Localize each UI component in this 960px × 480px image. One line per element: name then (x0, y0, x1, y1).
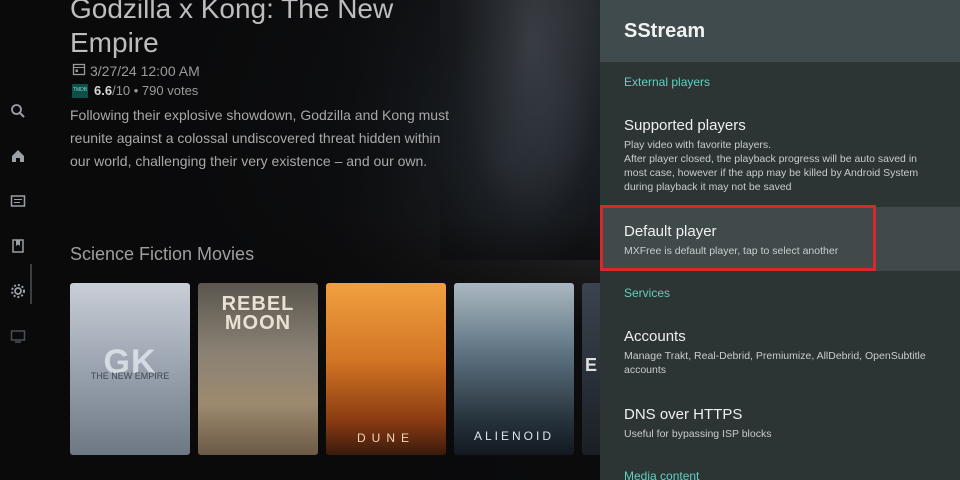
movie-title: Godzilla x Kong: The New Empire (70, 0, 394, 58)
poster-title: DUNE (356, 431, 415, 445)
rating: TMDB 6.6/10 • 790 votes (72, 83, 198, 98)
side-navigation (0, 90, 36, 360)
movie-overview: Following their explosive showdown, Godz… (70, 107, 449, 169)
pref-supported-players[interactable]: Supported players Play video with favori… (600, 117, 960, 194)
pref-summary: Useful for bypassing ISP blocks (624, 428, 772, 440)
pref-summary: Play video with favorite players. After … (624, 139, 919, 193)
nav-active-indicator (30, 264, 32, 304)
nav-search[interactable] (0, 90, 36, 135)
poster-card[interactable]: ALIENOID (454, 283, 574, 455)
poster-title: ALIENOID (473, 429, 554, 443)
pref-summary: MXFree is default player, tap to select … (624, 245, 839, 257)
poster-subtitle: THE NEW EMPIRE (90, 371, 170, 381)
poster-card[interactable]: DUNE (326, 283, 446, 455)
panel-title: SStream (600, 0, 960, 62)
pref-title: DNS over HTTPS (624, 406, 743, 423)
rating-votes: /10 • 790 votes (112, 83, 199, 98)
gear-icon (10, 283, 26, 302)
pref-accounts[interactable]: Accounts Manage Trakt, Real-Debrid, Prem… (600, 328, 960, 377)
poster-row: GK THE NEW EMPIRE REBEL MOON DUNE ALIENO… (70, 283, 602, 455)
row-title: Science Fiction Movies (70, 244, 255, 264)
poster-card[interactable]: E (582, 283, 602, 455)
pref-default-player[interactable]: Default player MXFree is default player,… (600, 207, 960, 271)
home-icon (10, 148, 26, 167)
pref-dns-over-https[interactable]: DNS over HTTPS Useful for bypassing ISP … (600, 406, 960, 441)
nav-screen[interactable] (0, 315, 36, 360)
section-services: Services (624, 286, 671, 300)
poster-title: REBEL MOON (221, 293, 295, 334)
tmdb-logo: TMDB (72, 83, 88, 98)
release-date-text: 3/27/24 12:00 AM (90, 62, 200, 79)
section-external-players: External players (624, 75, 711, 89)
bookmark-icon (10, 238, 26, 257)
pref-summary: Manage Trakt, Real-Debrid, Premiumize, A… (624, 350, 926, 376)
pref-title: Supported players (624, 117, 746, 134)
calendar-icon (72, 62, 86, 79)
nav-home[interactable] (0, 135, 36, 180)
screen-icon (10, 328, 26, 347)
poster-card[interactable]: GK THE NEW EMPIRE (70, 283, 190, 455)
settings-panel: SStream External players Supported playe… (600, 0, 960, 480)
section-media-content: Media content (624, 469, 700, 480)
nav-list[interactable] (0, 180, 36, 225)
pref-title: Default player (624, 223, 717, 240)
rating-value: 6.6 (94, 83, 113, 98)
poster-card[interactable]: REBEL MOON (198, 283, 318, 455)
search-icon (10, 103, 26, 122)
release-date: 3/27/24 12:00 AM (72, 62, 200, 79)
list-icon (10, 193, 26, 212)
pref-title: Accounts (624, 328, 686, 345)
